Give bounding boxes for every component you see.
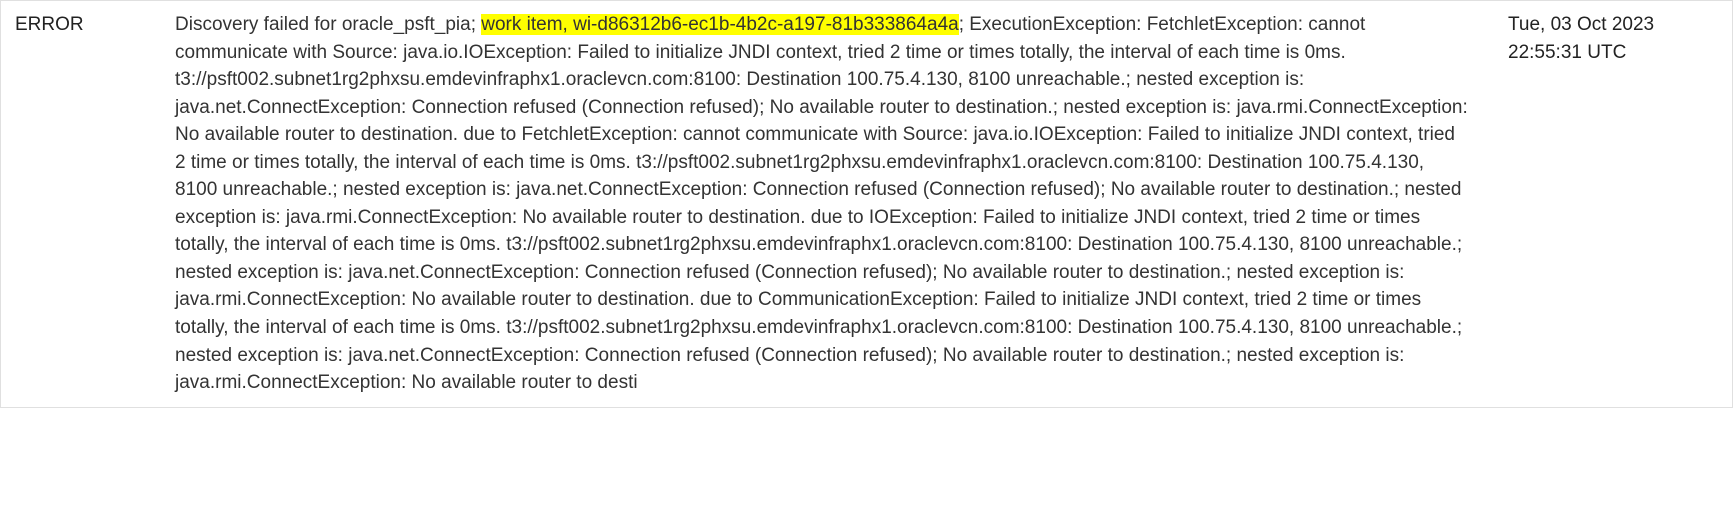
- log-level: ERROR: [15, 11, 175, 397]
- log-message-post: ; ExecutionException: FetchletException:…: [175, 14, 1468, 393]
- log-message-highlight: work item, wi-d86312b6-ec1b-4b2c-a197-81…: [481, 14, 958, 35]
- log-row: ERROR Discovery failed for oracle_psft_p…: [0, 0, 1733, 408]
- log-message: Discovery failed for oracle_psft_pia; wo…: [175, 11, 1508, 397]
- log-timestamp: Tue, 03 Oct 2023 22:55:31 UTC: [1508, 11, 1718, 397]
- log-message-pre: Discovery failed for oracle_psft_pia;: [175, 14, 481, 35]
